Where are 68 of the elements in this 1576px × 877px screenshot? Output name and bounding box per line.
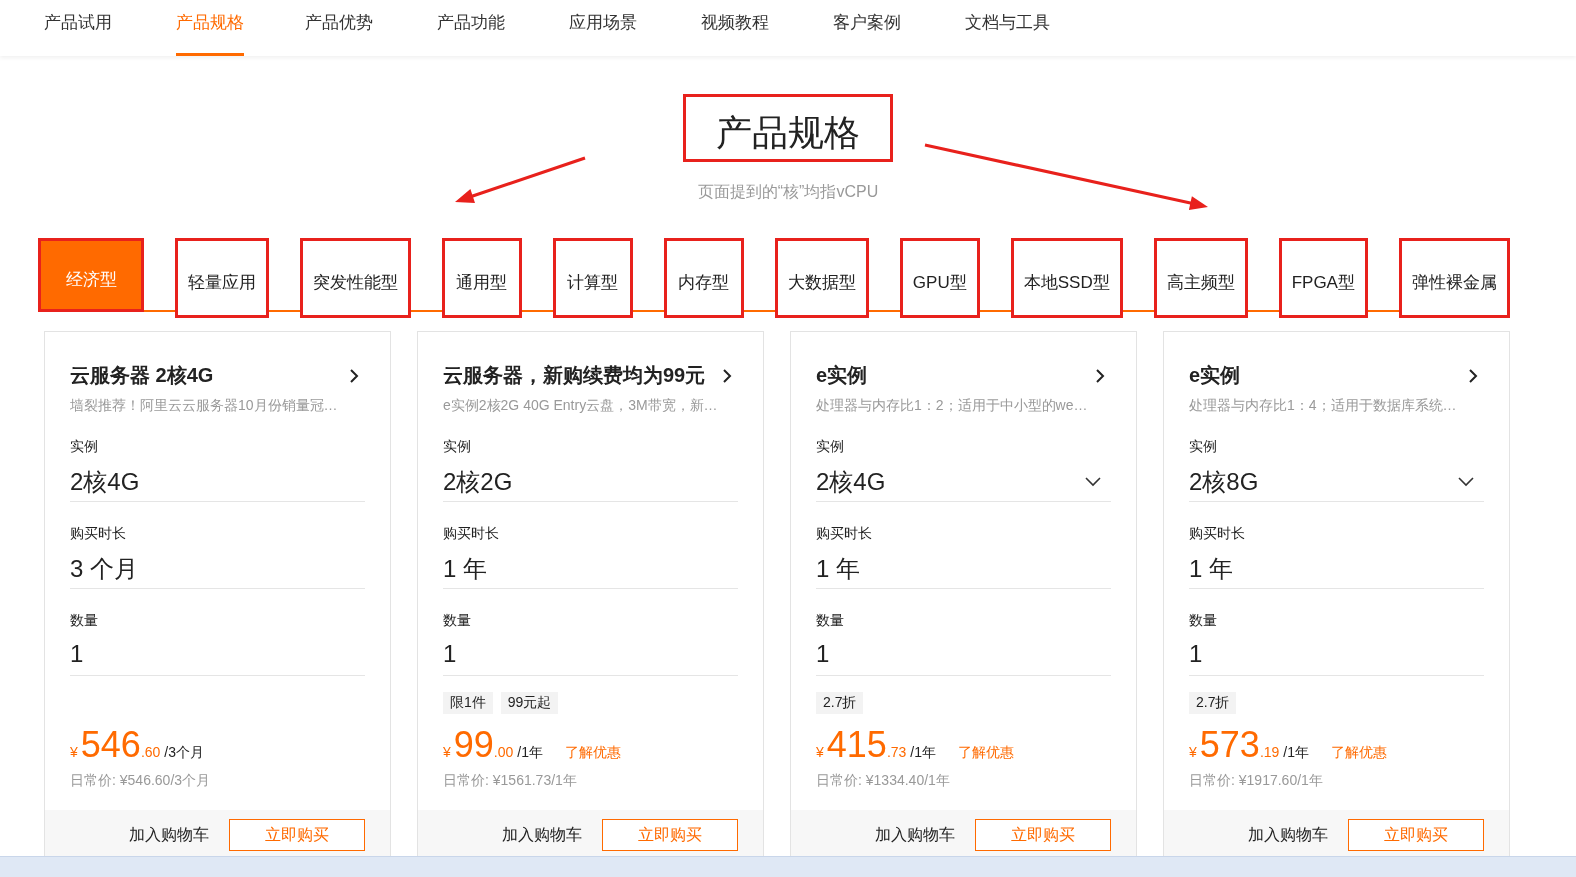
category-tab[interactable]: 突发性能型 <box>299 238 411 318</box>
add-to-cart-button[interactable]: 加入购物车 <box>496 819 588 851</box>
add-to-cart-button[interactable]: 加入购物车 <box>123 819 215 851</box>
field-value: 2核2G <box>443 467 514 497</box>
nav-tab[interactable]: 文档与工具 <box>965 0 1097 56</box>
card-description: 处理器与内存比1：2；适用于中小型的we… <box>816 397 1089 415</box>
field-label: 购买时长 <box>443 525 500 543</box>
category-tab[interactable]: 本地SSD型 <box>1010 238 1123 318</box>
section-subtitle: 页面提到的“核”均指vCPU <box>697 182 879 202</box>
promo-tag: 99元起 <box>500 692 559 714</box>
field-label: 实例 <box>1189 438 1218 456</box>
category-tab[interactable]: GPU型 <box>899 238 980 318</box>
field-value: 1 <box>70 640 85 668</box>
field-label: 购买时长 <box>1189 525 1246 543</box>
field-value: 1 <box>816 640 831 668</box>
category-tab[interactable]: 弹性裸金属 <box>1398 238 1510 318</box>
nav-tab[interactable]: 产品优势 <box>305 0 437 56</box>
promo-tag: 2.7折 <box>1189 692 1237 714</box>
field-label: 实例 <box>443 438 472 456</box>
price: ¥573.19 /1年 <box>1189 724 1310 766</box>
category-tab[interactable]: 计算型 <box>552 238 633 318</box>
add-to-cart-button[interactable]: 加入购物车 <box>1242 819 1334 851</box>
card-title: 云服务器，新购续费均为99元 <box>443 363 706 388</box>
field-label: 数量 <box>816 612 845 630</box>
field-value: 1 <box>443 640 458 668</box>
section-title: 产品规格 <box>683 94 893 162</box>
field-label: 购买时长 <box>70 525 127 543</box>
regular-price: 日常价: ¥1917.60/1年 <box>1189 772 1324 790</box>
category-tab[interactable]: 轻量应用 <box>174 238 269 318</box>
category-tab[interactable]: 大数据型 <box>774 238 869 318</box>
field-label: 购买时长 <box>816 525 873 543</box>
promo-tag: 限1件 <box>443 692 493 714</box>
card-description: 墙裂推荐！阿里云云服务器10月份销量冠… <box>70 397 339 415</box>
nav-tab[interactable]: 客户案例 <box>833 0 965 56</box>
instance-select[interactable]: 2核4G <box>816 466 1111 498</box>
nav-tab[interactable]: 应用场景 <box>569 0 701 56</box>
category-tab[interactable]: 内存型 <box>663 238 744 318</box>
field-value: 1 年 <box>816 554 861 584</box>
regular-price: 日常价: ¥1334.40/1年 <box>816 772 951 790</box>
card-title: 云服务器 2核4G <box>70 363 214 388</box>
field-value: 3 个月 <box>70 554 139 584</box>
add-to-cart-button[interactable]: 加入购物车 <box>869 819 961 851</box>
category-tab[interactable]: FPGA型 <box>1278 238 1368 318</box>
category-tab[interactable]: 高主频型 <box>1153 238 1248 318</box>
field-label: 数量 <box>1189 612 1218 630</box>
field-label: 实例 <box>816 438 845 456</box>
price: ¥546.60 /3个月 <box>70 724 205 766</box>
field-label: 实例 <box>70 438 99 456</box>
category-tab[interactable]: 通用型 <box>441 238 522 318</box>
price: ¥99.00 /1年 <box>443 724 543 766</box>
card-title: e实例 <box>816 363 868 388</box>
field-value: 2核4G <box>70 467 141 497</box>
field-value: 1 年 <box>443 554 488 584</box>
instance-select[interactable]: 2核8G <box>1189 466 1484 498</box>
nav-tab[interactable]: 产品试用 <box>44 0 176 56</box>
field-label: 数量 <box>70 612 99 630</box>
card-title: e实例 <box>1189 363 1241 388</box>
field-label: 数量 <box>443 612 472 630</box>
field-value: 1 <box>1189 640 1204 668</box>
nav-tab[interactable]: 视频教程 <box>701 0 833 56</box>
price: ¥415.73 /1年 <box>816 724 937 766</box>
card-description: e实例2核2G 40G Entry云盘，3M带宽，新… <box>443 397 719 415</box>
card-description: 处理器与内存比1：4；适用于数据库系统… <box>1189 397 1458 415</box>
promo-tag: 2.7折 <box>816 692 864 714</box>
regular-price: 日常价: ¥546.60/3个月 <box>70 772 212 790</box>
field-value: 1 年 <box>1189 554 1234 584</box>
regular-price: 日常价: ¥1561.73/1年 <box>443 772 578 790</box>
nav-tab[interactable]: 产品功能 <box>437 0 569 56</box>
